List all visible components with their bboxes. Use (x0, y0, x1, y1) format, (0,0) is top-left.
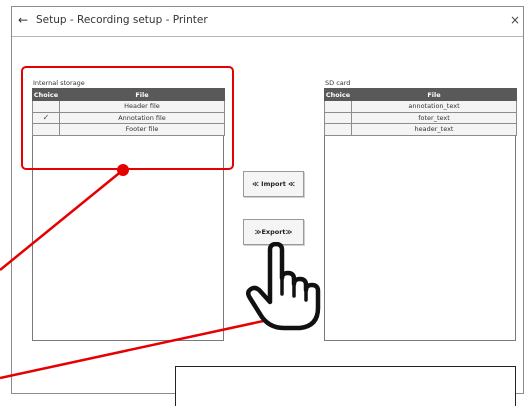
annotation-lines (0, 169, 269, 380)
callout-dot (117, 164, 129, 176)
callout-line (0, 169, 124, 271)
highlight-box (21, 66, 234, 170)
hand-pointer-icon (246, 242, 321, 331)
callout-line (0, 318, 269, 380)
